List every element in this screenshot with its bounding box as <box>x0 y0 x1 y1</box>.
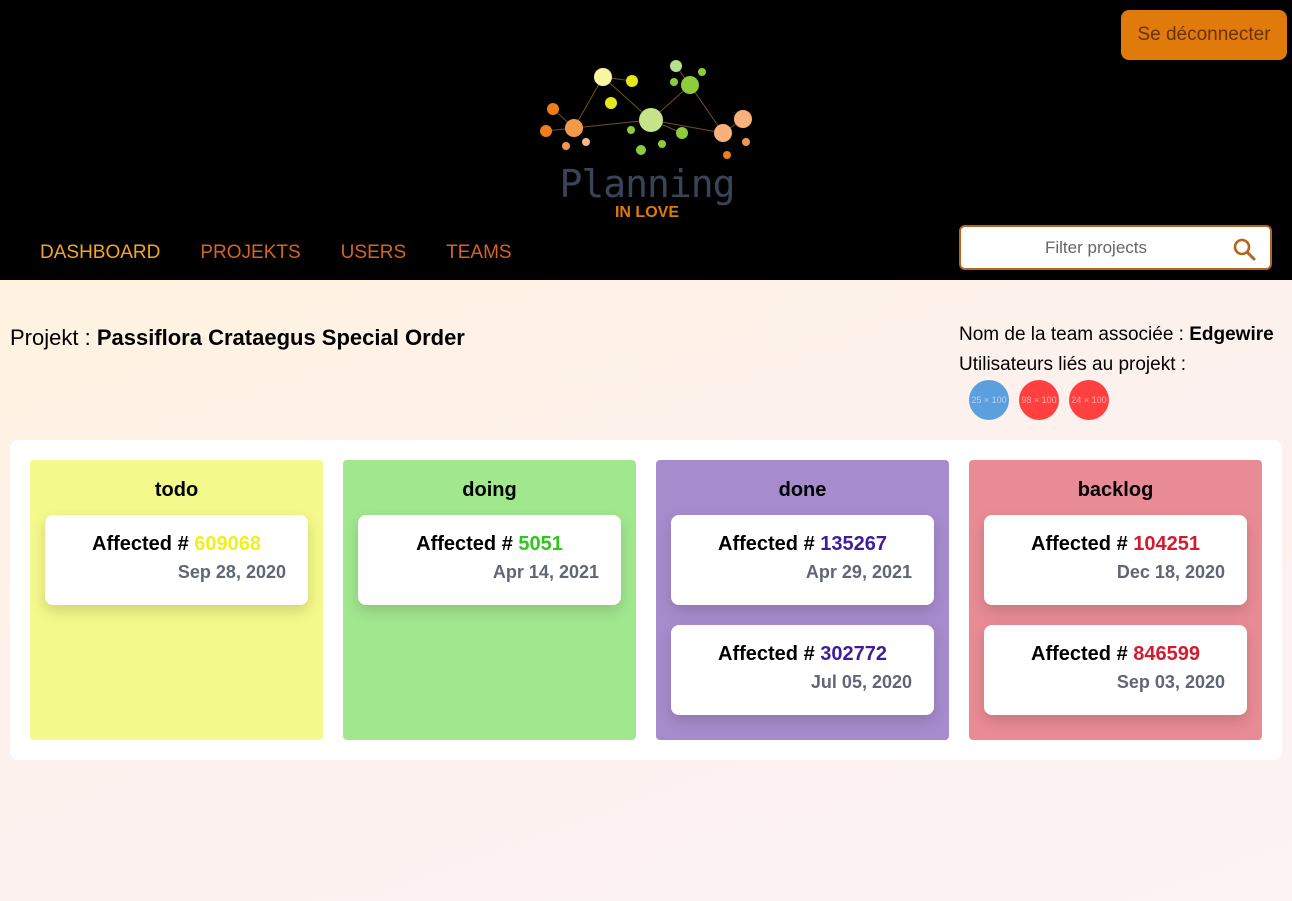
nav-projekts[interactable]: PROJEKTS <box>200 242 300 264</box>
kanban-board: todo Affected # 609068 Sep 28, 2020 doin… <box>10 440 1282 760</box>
team-name: Edgewire <box>1189 324 1274 345</box>
logo-subtitle: IN LOVE <box>614 204 679 221</box>
card-prefix: Affected # <box>416 533 519 555</box>
card-date: Sep 28, 2020 <box>177 562 286 582</box>
users-label: Utilisateurs liés au projekt : <box>959 354 1187 375</box>
task-card[interactable]: Affected # 135267 Apr 29, 2021 <box>671 515 934 605</box>
column-doing: doing Affected # 5051 Apr 14, 2021 <box>343 460 636 740</box>
card-prefix: Affected # <box>718 643 821 665</box>
card-prefix: Affected # <box>1031 643 1134 665</box>
card-title: Affected # 302772 <box>671 643 934 666</box>
column-done: done Affected # 135267 Apr 29, 2021 Affe… <box>656 460 949 740</box>
card-number: 302772 <box>820 643 887 665</box>
card-title: Affected # 135267 <box>671 533 934 556</box>
task-card[interactable]: Affected # 104251 Dec 18, 2020 <box>984 515 1247 605</box>
nav-users[interactable]: USERS <box>341 242 406 264</box>
card-date: Apr 29, 2021 <box>805 562 912 582</box>
card-title: Affected # 609068 <box>45 533 308 556</box>
task-card[interactable]: Affected # 302772 Jul 05, 2020 <box>671 625 934 715</box>
card-number: 5051 <box>518 533 563 555</box>
card-date: Dec 18, 2020 <box>1116 562 1225 582</box>
card-title: Affected # 846599 <box>984 643 1247 666</box>
project-title: Projekt : Passiflora Crataegus Special O… <box>10 325 465 351</box>
avatar[interactable]: 24 × 100 <box>1069 380 1109 420</box>
card-number: 609068 <box>194 533 261 555</box>
molecule-logo-icon <box>540 60 752 159</box>
column-todo: todo Affected # 609068 Sep 28, 2020 <box>30 460 323 740</box>
top-header: Se déconnecter Planning IN LOVE DASHBOAR… <box>0 0 1292 280</box>
team-info: Nom de la team associée : Edgewire <box>959 324 1274 346</box>
card-prefix: Affected # <box>1031 533 1134 555</box>
card-number: 135267 <box>820 533 887 555</box>
team-label: Nom de la team associée : <box>959 324 1190 345</box>
column-title: todo <box>154 479 199 501</box>
card-number: 846599 <box>1133 643 1200 665</box>
card-date: Sep 03, 2020 <box>1116 672 1225 692</box>
main-nav: DASHBOARD PROJEKTS USERS TEAMS <box>40 242 512 264</box>
search-box <box>959 225 1272 270</box>
card-title: Affected # 5051 <box>358 533 621 556</box>
logo-title: Planning <box>559 162 735 206</box>
project-name: Passiflora Crataegus Special Order <box>96 325 465 350</box>
avatar[interactable]: 25 × 100 <box>969 380 1009 420</box>
column-title: done <box>778 479 827 501</box>
column-backlog: backlog Affected # 104251 Dec 18, 2020 A… <box>969 460 1262 740</box>
logout-button[interactable]: Se déconnecter <box>1121 10 1287 60</box>
card-prefix: Affected # <box>92 533 195 555</box>
logo[interactable]: Planning IN LOVE <box>536 56 758 226</box>
task-card[interactable]: Affected # 5051 Apr 14, 2021 <box>358 515 621 605</box>
column-title: backlog <box>1077 479 1154 501</box>
card-date: Jul 05, 2020 <box>810 672 912 692</box>
search-icon[interactable] <box>1232 237 1256 261</box>
avatar[interactable]: 98 × 100 <box>1019 380 1059 420</box>
project-label: Projekt : <box>10 325 97 350</box>
card-number: 104251 <box>1133 533 1200 555</box>
card-prefix: Affected # <box>718 533 821 555</box>
card-title: Affected # 104251 <box>984 533 1247 556</box>
avatar-list: 25 × 100 98 × 100 24 × 100 <box>969 380 1109 420</box>
column-title: doing <box>462 479 517 501</box>
nav-dashboard[interactable]: DASHBOARD <box>40 242 160 264</box>
search-input[interactable] <box>971 233 1221 263</box>
task-card[interactable]: Affected # 846599 Sep 03, 2020 <box>984 625 1247 715</box>
card-date: Apr 14, 2021 <box>492 562 599 582</box>
nav-teams[interactable]: TEAMS <box>446 242 511 264</box>
task-card[interactable]: Affected # 609068 Sep 28, 2020 <box>45 515 308 605</box>
